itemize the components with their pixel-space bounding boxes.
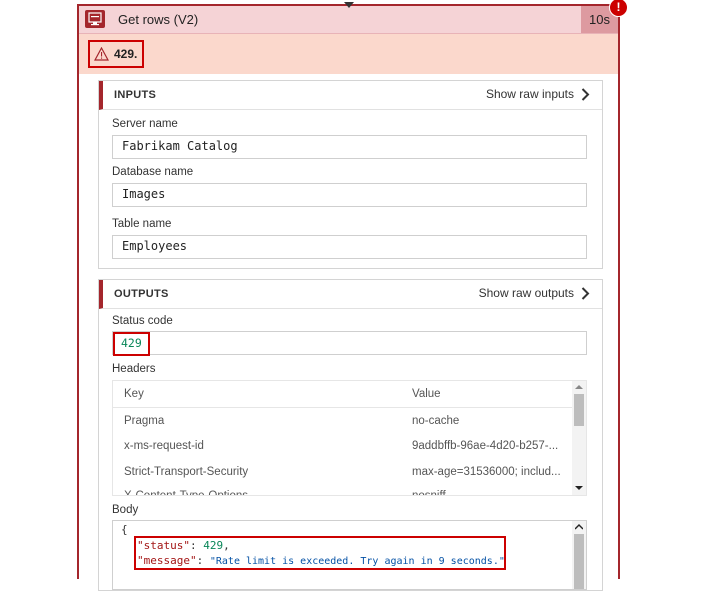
show-raw-outputs-label: Show raw outputs [478, 286, 574, 300]
error-message-box: 429. [88, 40, 145, 68]
header-value: nosniff [412, 490, 446, 496]
column-header-key: Key [124, 388, 144, 400]
show-raw-outputs-link[interactable]: Show raw outputs [479, 286, 590, 300]
action-card[interactable]: Get rows (V2) 10s ! 429. INPUTS Show raw… [77, 0, 628, 591]
server-name-field[interactable]: Fabrikam Catalog [112, 135, 587, 159]
header-key: Pragma [124, 415, 165, 427]
scroll-down-arrow-icon[interactable] [575, 485, 583, 491]
database-name-label: Database name [112, 166, 194, 178]
table-name-label: Table name [112, 218, 172, 230]
table-row[interactable]: Pragma no-cache [113, 408, 573, 434]
status-key: "status" [137, 539, 190, 552]
show-raw-inputs-link[interactable]: Show raw inputs [486, 87, 590, 101]
show-raw-inputs-label: Show raw inputs [485, 87, 574, 101]
action-title: Get rows (V2) [118, 12, 199, 27]
header-key: X-Content-Type-Options [124, 490, 249, 496]
sql-server-icon [85, 10, 105, 28]
message-line: "message": "Rate limit is exceeded. Try … [137, 554, 505, 567]
outputs-panel: OUTPUTS Show raw outputs Status code 429… [98, 279, 603, 591]
header-key: x-ms-request-id [124, 440, 204, 452]
connector-arrow-icon [344, 2, 354, 8]
table-row[interactable]: X-Content-Type-Options nosniff [113, 483, 573, 496]
inputs-panel-header: INPUTS Show raw inputs [99, 81, 602, 110]
message-key: "message" [137, 554, 197, 567]
body-label: Body [112, 504, 139, 516]
action-header[interactable]: Get rows (V2) 10s ! [79, 0, 628, 34]
body-open-brace: { [121, 523, 128, 536]
body-highlight-box: "status": 429, "message": "Rate limit is… [134, 536, 506, 570]
error-banner: 429. [79, 34, 618, 74]
inputs-panel: INPUTS Show raw inputs Server name Fabri… [98, 80, 603, 269]
header-value: no-cache [412, 415, 460, 427]
headers-scrollbar[interactable] [572, 381, 586, 495]
status-line: "status": 429, [137, 539, 230, 552]
header-value: max-age=31536000; includ... [412, 466, 561, 478]
status-code-field[interactable]: 429 [112, 331, 587, 356]
header-value: 9addbffb-96ae-4d20-b257-... [412, 440, 559, 452]
warning-icon [94, 47, 109, 61]
error-code: 429. [114, 47, 138, 61]
inputs-title: INPUTS [114, 89, 157, 101]
table-row[interactable]: x-ms-request-id 9addbffb-96ae-4d20-b257-… [113, 433, 573, 459]
outputs-panel-header: OUTPUTS Show raw outputs [99, 280, 602, 309]
scroll-thumb[interactable] [574, 394, 584, 426]
status-value: 429 [203, 539, 224, 552]
server-name-label: Server name [112, 118, 178, 130]
header-key: Strict-Transport-Security [124, 466, 249, 478]
headers-label: Headers [112, 363, 156, 375]
table-row[interactable]: Strict-Transport-Security max-age=315360… [113, 459, 573, 485]
outputs-title: OUTPUTS [114, 288, 169, 300]
scroll-up-arrow-icon[interactable] [575, 524, 583, 530]
chevron-right-icon [581, 286, 590, 300]
status-code-label: Status code [112, 315, 173, 327]
error-indicator-icon: ! [609, 0, 628, 17]
column-header-value: Value [412, 388, 441, 400]
headers-table-header: Key Value [113, 381, 573, 407]
chevron-right-icon [581, 87, 590, 101]
scroll-up-arrow-icon[interactable] [575, 384, 583, 390]
body-scrollbar[interactable] [572, 521, 586, 589]
headers-table[interactable]: Key Value Pragma no-cache x-ms-request-i… [112, 380, 587, 496]
status-code-value: 429 [113, 332, 150, 356]
message-value: "Rate limit is exceeded. Try again in 9 … [209, 556, 505, 567]
scroll-thumb[interactable] [574, 534, 584, 589]
body-field[interactable]: { "status": 429, "message": "Rate limit … [112, 520, 587, 590]
database-name-field[interactable]: Images [112, 183, 587, 207]
table-name-field[interactable]: Employees [112, 235, 587, 259]
